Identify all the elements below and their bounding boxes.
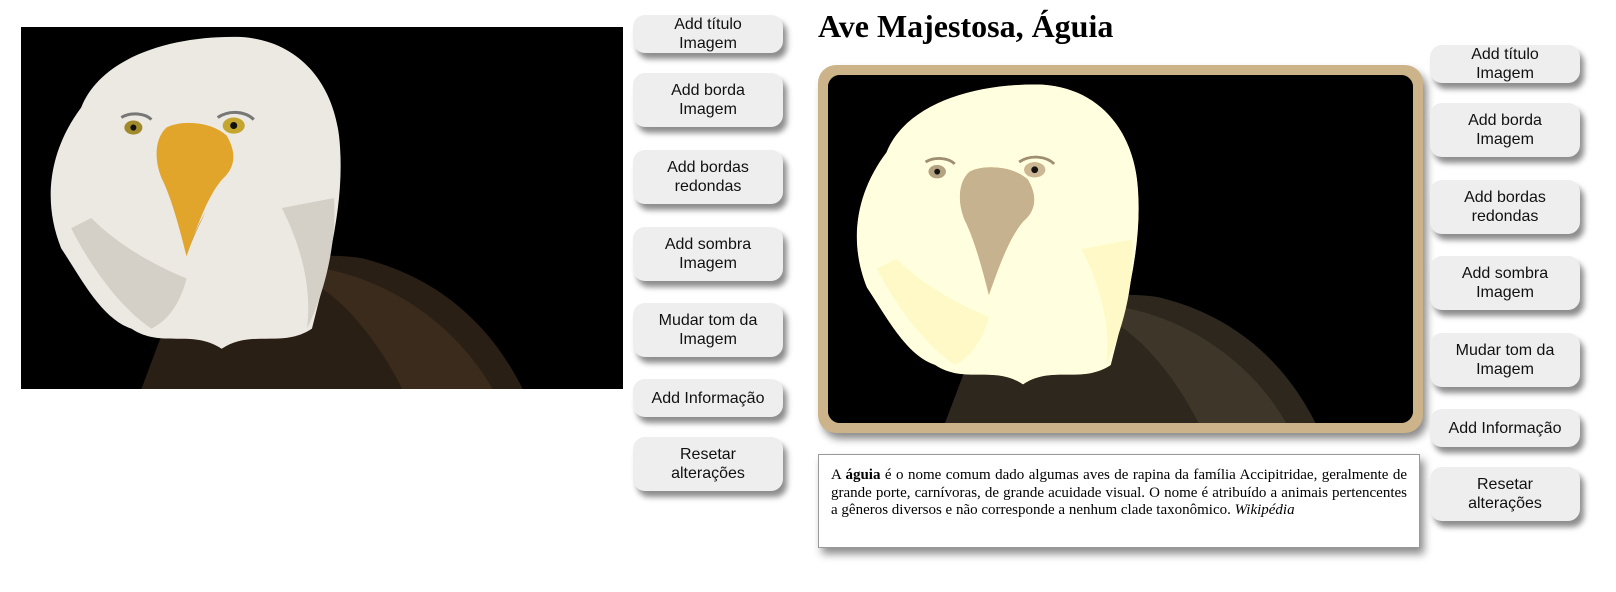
- reset-button[interactable]: Resetar alterações: [633, 437, 783, 491]
- add-border-button-right[interactable]: Add borda Imagem: [1430, 103, 1580, 157]
- eagle-illustration-sepia: [828, 75, 1413, 423]
- eagle-illustration: [21, 27, 623, 389]
- info-prefix: A: [831, 467, 846, 483]
- change-tone-button[interactable]: Mudar tom da Imagem: [633, 303, 783, 357]
- add-rounded-borders-button-right[interactable]: Add bordas redondas: [1430, 180, 1580, 234]
- add-rounded-borders-button[interactable]: Add bordas redondas: [633, 150, 783, 204]
- info-bold-word: águia: [845, 467, 881, 483]
- add-shadow-button-right[interactable]: Add sombra Imagem: [1430, 256, 1580, 310]
- add-title-button-right[interactable]: Add título Imagem: [1430, 45, 1580, 83]
- reset-button-right[interactable]: Resetar alterações: [1430, 467, 1580, 521]
- add-border-button[interactable]: Add borda Imagem: [633, 73, 783, 127]
- add-title-button[interactable]: Add título Imagem: [633, 15, 783, 53]
- add-info-button[interactable]: Add Informação: [633, 379, 783, 417]
- add-shadow-button[interactable]: Add sombra Imagem: [633, 227, 783, 281]
- change-tone-button-right[interactable]: Mudar tom da Imagem: [1430, 333, 1580, 387]
- info-text: é o nome comum dado algumas aves de rapi…: [831, 467, 1407, 518]
- eagle-image-original: [21, 27, 623, 389]
- info-source: Wikipédia: [1234, 502, 1295, 518]
- eagle-image-styled: [828, 75, 1413, 423]
- info-box: A águia é o nome comum dado algumas aves…: [818, 454, 1420, 548]
- page-title: Ave Majestosa, Águia: [818, 8, 1114, 44]
- image-frame: [818, 65, 1423, 433]
- add-info-button-right[interactable]: Add Informação: [1430, 409, 1580, 447]
